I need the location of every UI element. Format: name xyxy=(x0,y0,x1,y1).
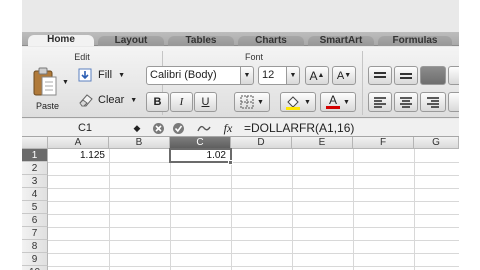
align-center-button[interactable] xyxy=(394,92,418,112)
align-right-button[interactable] xyxy=(420,92,446,112)
select-all-corner[interactable] xyxy=(22,137,48,149)
font-name-dropdown[interactable]: ▼ xyxy=(240,66,254,85)
clear-label: Clear xyxy=(98,94,125,106)
align-bottom-button[interactable] xyxy=(420,66,446,85)
tab-charts[interactable]: Charts xyxy=(238,36,304,46)
row-header-1[interactable]: 1 xyxy=(22,149,48,162)
fx-icon[interactable]: fx xyxy=(220,120,236,136)
gridline xyxy=(48,266,459,267)
tab-formulas[interactable]: Formulas xyxy=(378,36,452,46)
align-left-button[interactable] xyxy=(368,92,392,112)
align-middle-icon xyxy=(400,72,412,79)
ribbon: Edit Font ▼ Paste Fill ▼ Clear ▼ Calibri… xyxy=(22,47,459,118)
cell-c1-active[interactable]: 1.02 xyxy=(169,148,232,163)
confirm-formula-icon[interactable] xyxy=(170,120,186,136)
font-name-combo[interactable]: Calibri (Body) xyxy=(146,66,252,85)
grow-font-glyph: A xyxy=(309,68,318,83)
paste-label: Paste xyxy=(36,101,60,111)
borders-button[interactable]: ▼ xyxy=(234,92,270,112)
shrink-font-button[interactable]: A ▼ xyxy=(332,66,356,85)
justify-button[interactable] xyxy=(448,92,459,112)
gridline xyxy=(231,149,232,270)
fill-label: Fill xyxy=(98,69,113,81)
gridline xyxy=(414,149,415,270)
underline-button[interactable]: U xyxy=(194,92,217,112)
column-header-d[interactable]: D xyxy=(231,137,292,149)
gridline xyxy=(48,214,459,215)
name-box[interactable]: C1 xyxy=(26,120,144,136)
clear-dropdown-arrow[interactable]: ▼ xyxy=(130,97,137,104)
column-header-b[interactable]: B xyxy=(109,137,170,149)
align-right-icon xyxy=(427,97,439,108)
gridline xyxy=(292,149,293,270)
font-size-dropdown[interactable]: ▼ xyxy=(286,66,300,85)
grow-font-button[interactable]: A ▲ xyxy=(305,66,329,85)
clipboard-icon xyxy=(33,67,57,96)
row-header-7[interactable]: 7 xyxy=(22,227,48,240)
align-middle-button[interactable] xyxy=(394,66,418,85)
tab-smartart[interactable]: SmartArt xyxy=(308,36,374,46)
font-color-bar xyxy=(326,106,341,109)
spreadsheet-grid: A B C D E F G 1 2 3 4 5 6 7 8 9 10 1.125 xyxy=(22,137,459,270)
excel-window: Home Layout Tables Charts SmartArt Formu… xyxy=(22,0,459,270)
eraser-icon xyxy=(79,94,93,107)
row-header-8[interactable]: 8 xyxy=(22,240,48,253)
row-header-10[interactable]: 10 xyxy=(22,266,48,270)
group-label-font: Font xyxy=(244,52,263,62)
gridline xyxy=(48,175,459,176)
cancel-formula-icon[interactable] xyxy=(150,120,166,136)
cell-a1[interactable]: 1.125 xyxy=(48,149,109,162)
gridline xyxy=(48,240,459,241)
align-center-icon xyxy=(400,97,412,108)
gridline xyxy=(353,149,354,270)
column-header-f[interactable]: F xyxy=(353,137,414,149)
tab-layout[interactable]: Layout xyxy=(98,36,164,46)
paint-bucket-icon xyxy=(286,96,301,110)
row-header-9[interactable]: 9 xyxy=(22,253,48,266)
gridline xyxy=(48,188,459,189)
fill-handle[interactable] xyxy=(228,160,233,165)
font-color-button[interactable]: A ▼ xyxy=(320,92,356,112)
column-header-a[interactable]: A xyxy=(48,137,109,149)
column-header-g[interactable]: G xyxy=(414,137,459,149)
align-top-icon xyxy=(374,71,386,78)
formula-input[interactable]: =DOLLARFR(A1,16) xyxy=(244,120,354,136)
italic-button[interactable]: I xyxy=(170,92,193,112)
gridline xyxy=(48,201,459,202)
row-header-2[interactable]: 2 xyxy=(22,162,48,175)
paste-button[interactable]: ▼ Paste xyxy=(30,65,70,115)
paste-dropdown-arrow[interactable]: ▼ xyxy=(62,79,69,86)
group-label-edit: Edit xyxy=(74,52,90,62)
formula-builder-icon[interactable] xyxy=(196,120,212,136)
borders-icon xyxy=(240,95,254,109)
row-header-6[interactable]: 6 xyxy=(22,214,48,227)
gridline xyxy=(48,162,459,163)
tab-home[interactable]: Home xyxy=(28,35,94,46)
align-top-button[interactable] xyxy=(368,66,392,85)
name-box-stepper[interactable]: ◆ xyxy=(130,120,144,136)
wrap-text-button[interactable] xyxy=(448,66,459,85)
clear-button[interactable]: Clear ▼ xyxy=(78,92,152,108)
fill-button[interactable]: Fill ▼ xyxy=(78,67,142,83)
shrink-font-glyph: A xyxy=(336,69,345,82)
fill-dropdown-arrow[interactable]: ▼ xyxy=(118,72,125,79)
ribbon-tab-bar: Home Layout Tables Charts SmartArt Formu… xyxy=(22,32,459,46)
row-header-5[interactable]: 5 xyxy=(22,201,48,214)
align-left-icon xyxy=(374,97,386,108)
tab-tables[interactable]: Tables xyxy=(168,36,234,46)
row-header-3[interactable]: 3 xyxy=(22,175,48,188)
font-color-glyph: A xyxy=(329,93,338,107)
formula-bar: C1 ◆ fx =DOLLARFR(A1,16) xyxy=(22,119,459,137)
group-divider xyxy=(362,51,363,115)
column-header-e[interactable]: E xyxy=(292,137,353,149)
bold-button[interactable]: B xyxy=(146,92,169,112)
gridline xyxy=(48,253,459,254)
gridline xyxy=(109,149,110,270)
gridline xyxy=(48,227,459,228)
fill-down-icon xyxy=(78,68,92,82)
fill-color-button[interactable]: ▼ xyxy=(280,92,316,112)
row-header-4[interactable]: 4 xyxy=(22,188,48,201)
gridline xyxy=(170,149,171,270)
